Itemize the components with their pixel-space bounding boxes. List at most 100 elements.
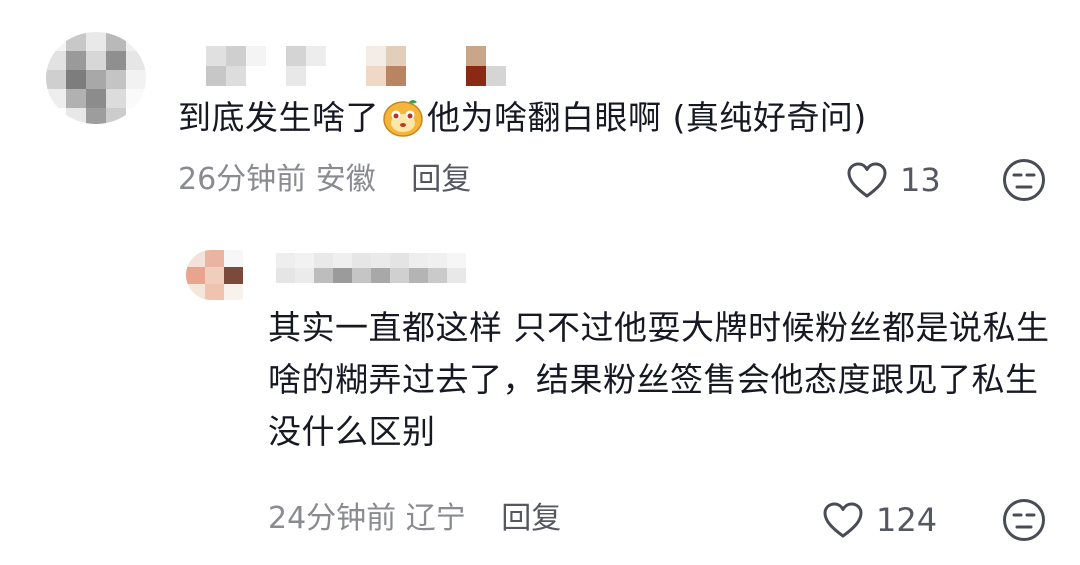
like-button[interactable]: 13 xyxy=(846,158,941,202)
comment-location: 辽宁 xyxy=(405,501,466,536)
mosaic-cell xyxy=(386,66,406,86)
avatar[interactable] xyxy=(46,32,146,124)
mosaic-cell xyxy=(224,250,243,267)
mosaic-cell xyxy=(246,46,266,66)
mosaic-cell xyxy=(390,253,409,268)
mosaic-cell xyxy=(243,267,262,284)
mosaic-cell xyxy=(266,66,286,86)
comment-location: 安徽 xyxy=(315,162,376,197)
mosaic-cell xyxy=(447,253,466,268)
mosaic-cell xyxy=(66,108,86,124)
mosaic-cell xyxy=(224,284,243,300)
mosaic-cell xyxy=(409,268,428,283)
mosaic-cell xyxy=(406,66,426,86)
mosaic-cell xyxy=(286,46,306,66)
mosaic-cell xyxy=(106,108,126,124)
mosaic-cell xyxy=(186,46,206,66)
reply-button[interactable]: 回复 xyxy=(411,162,471,197)
mosaic-cell xyxy=(106,51,126,70)
mosaic-cell xyxy=(226,66,246,86)
mosaic-cell xyxy=(86,32,106,51)
mosaic-cell xyxy=(276,253,295,268)
mosaic-cell xyxy=(205,250,224,267)
comment-text-part: 到底发生啥了 xyxy=(178,98,379,137)
mosaic-cell xyxy=(295,268,314,283)
avatar[interactable] xyxy=(186,250,262,300)
mosaic-cell xyxy=(246,66,266,86)
mosaic-cell xyxy=(46,108,66,124)
mosaic-cell xyxy=(446,66,466,86)
mosaic-cell xyxy=(352,253,371,268)
mosaic-cell xyxy=(186,66,206,86)
mosaic-cell xyxy=(306,66,326,86)
heart-outline-icon xyxy=(822,501,864,539)
unamused-face-icon xyxy=(1002,498,1046,542)
mosaic-cell xyxy=(295,253,314,268)
comment-text: 到底发生啥了 他为啥翻白眼啊 (真纯好奇问) xyxy=(178,92,1038,144)
mosaic-cell xyxy=(66,51,86,70)
mosaic-cell xyxy=(314,253,333,268)
monkey-face-emoji-icon xyxy=(381,97,425,137)
dislike-button[interactable] xyxy=(1002,498,1046,542)
mosaic-cell xyxy=(205,267,224,284)
mosaic-cell xyxy=(126,108,146,124)
mosaic-cell xyxy=(366,46,386,66)
mosaic-cell xyxy=(276,268,295,283)
mosaic-cell xyxy=(506,46,526,66)
mosaic-cell xyxy=(224,267,243,284)
unamused-face-icon xyxy=(1002,158,1046,202)
mosaic-cell xyxy=(106,70,126,89)
mosaic-cell xyxy=(46,51,66,70)
mosaic-cell xyxy=(366,66,386,86)
mosaic-cell xyxy=(186,250,205,267)
mosaic-cell xyxy=(286,66,306,86)
like-button[interactable]: 124 xyxy=(822,498,937,542)
mosaic-cell xyxy=(226,46,246,66)
mosaic-cell xyxy=(86,70,106,89)
like-count: 124 xyxy=(876,501,938,539)
mosaic-cell xyxy=(86,108,106,124)
mosaic-cell xyxy=(326,66,346,86)
comment-time: 24分钟前 xyxy=(268,501,397,536)
mosaic-cell xyxy=(506,66,526,86)
mosaic-cell xyxy=(446,46,466,66)
mosaic-cell xyxy=(206,46,226,66)
mosaic-cell xyxy=(86,51,106,70)
mosaic-cell xyxy=(66,32,86,51)
comment-meta: 24分钟前 辽宁 回复 xyxy=(268,497,561,541)
mosaic-cell xyxy=(106,89,126,108)
mosaic-cell xyxy=(186,267,205,284)
dislike-button[interactable] xyxy=(1002,158,1046,202)
mosaic-cell xyxy=(466,66,486,86)
mosaic-cell xyxy=(371,253,390,268)
mosaic-cell xyxy=(409,253,428,268)
mosaic-cell xyxy=(314,268,333,283)
reply-button[interactable]: 回复 xyxy=(501,501,561,536)
mosaic-cell xyxy=(206,66,226,86)
mosaic-cell xyxy=(346,66,366,86)
mosaic-cell xyxy=(447,268,466,283)
mosaic-cell xyxy=(126,32,146,51)
mosaic-cell xyxy=(205,284,224,300)
mosaic-cell xyxy=(126,51,146,70)
like-count: 13 xyxy=(900,161,941,199)
mosaic-cell xyxy=(352,268,371,283)
mosaic-cell xyxy=(486,66,506,86)
username-censored[interactable] xyxy=(186,46,526,86)
mosaic-cell xyxy=(46,32,66,51)
mosaic-cell xyxy=(333,268,352,283)
mosaic-cell xyxy=(66,89,86,108)
mosaic-cell xyxy=(106,32,126,51)
mosaic-cell xyxy=(126,89,146,108)
comment-meta: 26分钟前 安徽 回复 xyxy=(178,158,471,202)
mosaic-cell xyxy=(428,268,447,283)
mosaic-cell xyxy=(243,284,262,300)
mosaic-cell xyxy=(86,89,106,108)
mosaic-cell xyxy=(186,284,205,300)
mosaic-cell xyxy=(306,46,326,66)
mosaic-cell xyxy=(46,89,66,108)
comment-text: 其实一直都这样 只不过他耍大牌时候粉丝都是说私生啥的糊弄过去了，结果粉丝签售会他… xyxy=(268,308,1050,451)
mosaic-cell xyxy=(243,250,262,267)
username-censored[interactable] xyxy=(276,253,466,283)
mosaic-cell xyxy=(46,70,66,89)
